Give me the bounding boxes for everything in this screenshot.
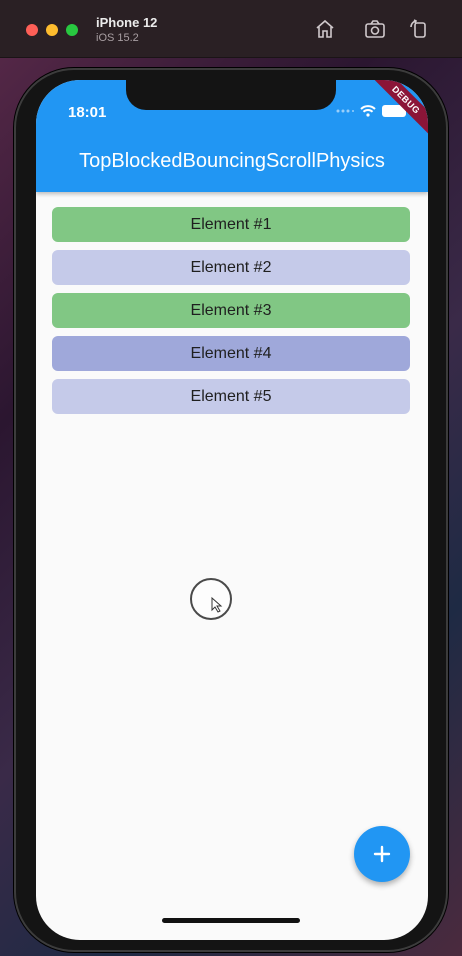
list-item-element-3[interactable]: Element #3 xyxy=(52,293,410,328)
device-name: iPhone 12 xyxy=(96,15,158,30)
zoom-window-button[interactable] xyxy=(66,24,78,36)
home-indicator xyxy=(162,918,300,923)
signal-icon xyxy=(336,109,354,113)
home-icon[interactable] xyxy=(314,18,336,40)
list-item-element-4[interactable]: Element #4 xyxy=(52,336,410,371)
rotate-icon[interactable] xyxy=(408,18,430,40)
wifi-icon xyxy=(360,105,376,117)
list-item-element-5[interactable]: Element #5 xyxy=(52,379,410,414)
list-item-label: Element #1 xyxy=(190,215,272,233)
page-title: TopBlockedBouncingScrollPhysics xyxy=(79,150,385,172)
app-bar: 18:01 DEBUG TopBlockedBouncingScrollPhys… xyxy=(36,80,428,192)
close-window-button[interactable] xyxy=(26,24,38,36)
list-item-label: Element #3 xyxy=(190,301,272,319)
simulator-titlebar: iPhone 12 iOS 15.2 xyxy=(0,0,462,58)
status-time: 18:01 xyxy=(68,104,107,121)
plus-icon xyxy=(373,845,391,863)
status-icons xyxy=(336,102,409,120)
list-item-label: Element #4 xyxy=(190,344,272,362)
list-item-element-1[interactable]: Element #1 xyxy=(52,207,410,242)
os-version: iOS 15.2 xyxy=(96,32,139,44)
device-screen: 18:01 DEBUG TopBlockedBouncingScrollPhys… xyxy=(36,80,428,940)
list-item-label: Element #2 xyxy=(190,258,272,276)
camera-icon[interactable] xyxy=(364,18,386,40)
touch-indicator xyxy=(190,578,232,620)
device-notch xyxy=(126,80,336,110)
list-item-label: Element #5 xyxy=(190,387,272,405)
minimize-window-button[interactable] xyxy=(46,24,58,36)
element-list[interactable]: Element #1 Element #2 Element #3 Element… xyxy=(52,207,410,422)
add-button[interactable] xyxy=(354,826,410,882)
list-item-element-2[interactable]: Element #2 xyxy=(52,250,410,285)
